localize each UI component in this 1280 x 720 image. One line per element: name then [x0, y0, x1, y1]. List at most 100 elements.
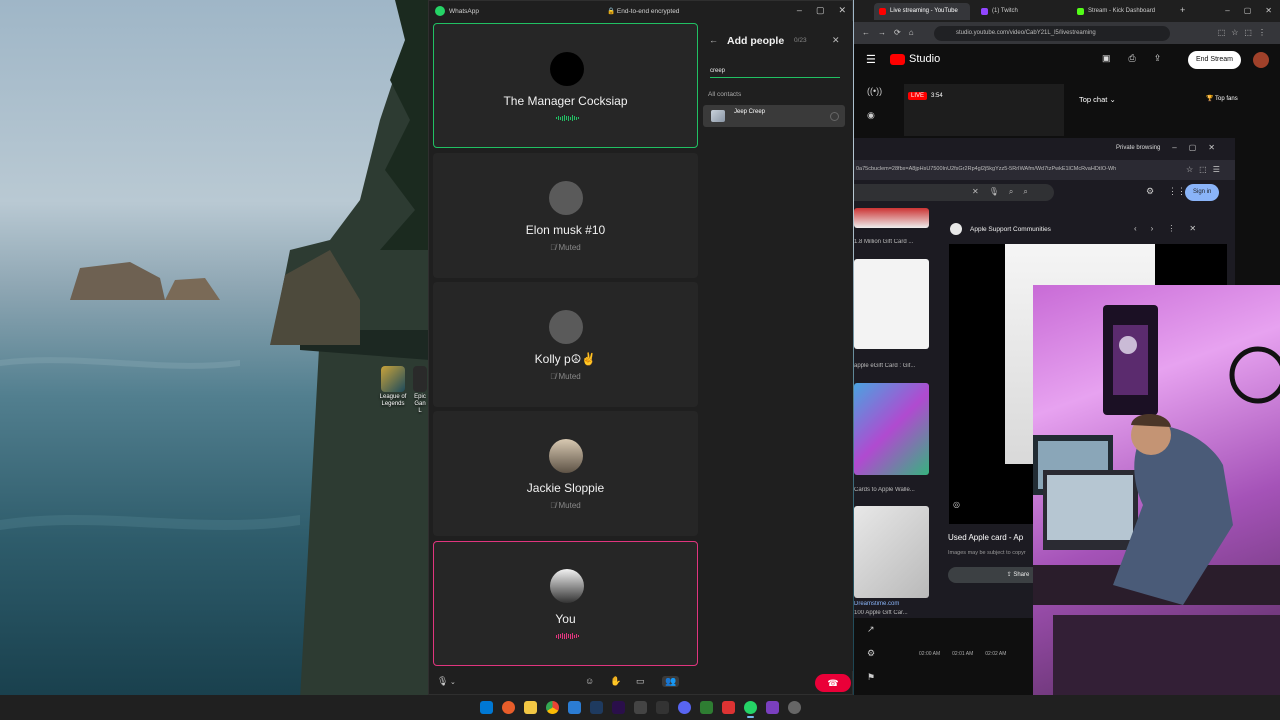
muted-label: Muted	[558, 501, 581, 510]
firefox-icon[interactable]	[502, 701, 515, 714]
settings-icon[interactable]	[788, 701, 801, 714]
participant-tile[interactable]: The Manager Cocksiap	[433, 23, 698, 148]
snipping-tool-icon[interactable]	[634, 701, 647, 714]
maximize-icon[interactable]: ▢	[1244, 6, 1252, 15]
sign-in-button[interactable]: Sign in	[1185, 184, 1220, 201]
desktop-icon-label: League of Legends	[379, 394, 407, 407]
private-toolbar-icons[interactable]: ☆⬚☰	[1186, 165, 1226, 174]
select-checkbox[interactable]	[830, 112, 839, 121]
expand-icon[interactable]: ↗	[867, 624, 875, 635]
maximize-icon[interactable]: ▢	[816, 5, 825, 16]
avatar	[550, 569, 584, 603]
private-url-bar[interactable]: 0a75cbuclem=28fbx=A8jpHsU7500InU2fsGr2Rp…	[854, 160, 1235, 180]
search-tools-icons[interactable]: ✕🎙⌕⌕	[972, 187, 1038, 197]
studio-logo-text: Studio	[909, 53, 941, 65]
thumbnail-caption[interactable]: Cards to Apple Walle...	[854, 487, 934, 493]
league-of-legends-icon[interactable]: League of Legends	[376, 366, 410, 408]
kick-favicon-icon	[1077, 8, 1084, 15]
result-source-title[interactable]: Apple Support Communities	[970, 226, 1051, 233]
self-tile[interactable]: You	[433, 541, 698, 666]
phone-hangup-icon: ☎	[827, 678, 839, 688]
thumbnail-caption[interactable]: 100 Apple Gift Car...	[854, 610, 934, 616]
encryption-notice: 🔒 End-to-end encrypted	[607, 8, 680, 15]
tab-label: Stream - Kick Dashboard	[1088, 8, 1156, 14]
participant-tile[interactable]: Elon musk #10 🎙̸ Muted	[433, 153, 698, 278]
word-icon[interactable]	[568, 701, 581, 714]
apple-logo-icon	[950, 223, 962, 235]
chevron-down-icon[interactable]: ⌄	[450, 678, 456, 686]
end-call-button[interactable]: ☎	[815, 674, 851, 692]
contact-row[interactable]: Jeep Creep	[703, 105, 845, 127]
settings-icon[interactable]: ⚙	[867, 648, 875, 659]
header-icons[interactable]: ▣⎙⇪	[1102, 53, 1179, 64]
epic-games-icon[interactable]: Epic Gan L	[412, 366, 428, 415]
close-icon[interactable]: ✕	[838, 5, 846, 16]
hamburger-menu-icon[interactable]: ☰	[866, 53, 876, 66]
add-people-header: ← Add people 0/23 ✕	[701, 21, 853, 61]
result-thumbnail[interactable]	[854, 259, 929, 349]
twitch-favicon-icon	[981, 8, 988, 15]
result-thumbnail[interactable]	[854, 506, 929, 598]
microphone-icon[interactable]: 🎙	[437, 676, 448, 687]
tab-twitch[interactable]: (1) Twitch	[976, 3, 1062, 20]
result-thumbnail[interactable]	[854, 208, 929, 228]
tab-bar: Live streaming - YouTube (1) Twitch Stre…	[854, 0, 1280, 22]
premiere-icon[interactable]	[612, 701, 625, 714]
window-controls[interactable]: –▢✕	[1172, 143, 1227, 152]
xbox-icon[interactable]	[700, 701, 713, 714]
thumbnail-caption[interactable]: 1.8 Million Gift Card ...	[854, 239, 934, 245]
apps-grid-icon[interactable]: ⋮⋮	[1168, 186, 1186, 197]
app-name: WhatsApp	[449, 7, 479, 15]
photoshop-icon[interactable]	[590, 701, 603, 714]
search-input[interactable]	[710, 64, 840, 78]
capcut-icon[interactable]	[656, 701, 669, 714]
tab-label: Live streaming - YouTube	[890, 8, 958, 14]
windows-start-icon[interactable]	[480, 701, 493, 714]
share-icon: ⇪	[1006, 572, 1012, 578]
image-caption[interactable]: Used Apple card - Ap	[948, 533, 1023, 542]
google-search-bar[interactable]: ✕🎙⌕⌕	[854, 184, 1054, 201]
screen-share-icon[interactable]: ▭	[636, 676, 645, 687]
feedback-icon[interactable]: ⚑	[867, 672, 875, 683]
end-stream-button[interactable]: End Stream	[1188, 51, 1241, 69]
participant-tile[interactable]: Kolly p☮✌ 🎙̸ Muted	[433, 282, 698, 407]
nav-buttons[interactable]: ←→⟳⌂	[862, 28, 922, 37]
new-tab-icon[interactable]: +	[1180, 5, 1185, 15]
raise-hand-icon[interactable]: ✋	[610, 676, 621, 687]
chrome-icon[interactable]	[546, 701, 559, 714]
copyright-notice: Images may be subject to copyr	[948, 550, 1026, 556]
close-icon[interactable]: ✕	[1265, 6, 1272, 15]
emoji-icon[interactable]: ☺	[585, 676, 594, 686]
settings-icon[interactable]: ⚙	[1146, 186, 1154, 197]
image-viewer-controls[interactable]: ‹›⋮✕	[1134, 224, 1210, 233]
discord-icon[interactable]	[678, 701, 691, 714]
url-field[interactable]: studio.youtube.com/video/CabY21L_l5/live…	[934, 26, 1170, 41]
close-icon[interactable]: ✕	[832, 35, 840, 46]
participant-name: The Manager Cocksiap	[503, 94, 628, 108]
top-fans-button[interactable]: 🏆 Top fans	[1206, 95, 1238, 102]
file-explorer-icon[interactable]	[524, 701, 537, 714]
url-text: studio.youtube.com/video/CabY21L_l5/live…	[956, 30, 1096, 36]
back-arrow-icon[interactable]: ←	[709, 35, 718, 45]
tab-youtube[interactable]: Live streaming - YouTube	[874, 3, 970, 20]
webcam-overlay	[1033, 285, 1280, 720]
browser-toolbar-icons[interactable]: ⬚☆⬚⋮	[1218, 28, 1272, 37]
camera-icon[interactable]: ◉	[867, 110, 875, 121]
lens-icon[interactable]: ◎	[953, 500, 960, 509]
result-thumbnail[interactable]	[854, 383, 929, 475]
live-broadcast-icon[interactable]: ((•))	[867, 86, 882, 96]
whatsapp-taskbar-icon[interactable]	[744, 701, 757, 718]
avatar[interactable]	[1253, 52, 1269, 68]
obs-icon[interactable]	[766, 701, 779, 714]
participant-tile[interactable]: Jackie Sloppie 🎙̸ Muted	[433, 411, 698, 536]
thumbnail-caption[interactable]: apple eGift Card : Gif...	[854, 363, 934, 369]
stream-preview	[904, 84, 1064, 136]
tab-kick[interactable]: Stream - Kick Dashboard	[1072, 3, 1172, 20]
tab-label: (1) Twitch	[992, 8, 1018, 14]
youtube-logo-icon	[890, 54, 905, 65]
minimize-icon[interactable]: –	[1225, 6, 1229, 15]
add-people-icon[interactable]: 👥	[662, 676, 680, 687]
app-icon[interactable]	[722, 701, 735, 714]
minimize-icon[interactable]: –	[797, 5, 802, 16]
chat-mode-dropdown[interactable]: Top chat ⌄	[1079, 95, 1116, 104]
